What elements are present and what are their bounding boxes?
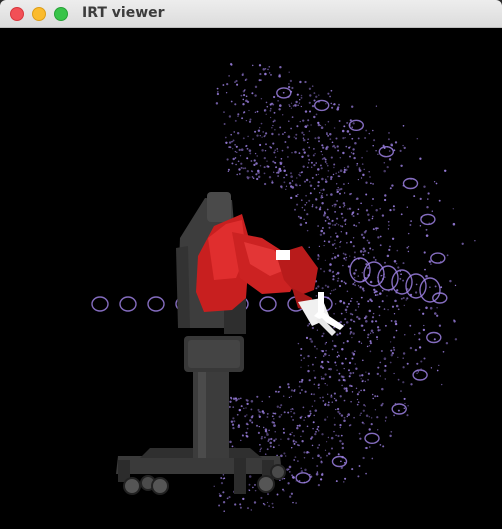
close-window-button[interactable] — [10, 7, 24, 21]
3d-viewport[interactable] — [0, 28, 502, 529]
title-bar[interactable]: IRT viewer — [0, 0, 502, 28]
robot-base — [116, 192, 286, 495]
window-title: IRT viewer — [82, 5, 165, 21]
scene-canvas[interactable] — [0, 28, 502, 529]
minimize-window-button[interactable] — [32, 7, 46, 21]
app-window: IRT viewer — [0, 0, 502, 529]
maximize-window-button[interactable] — [54, 7, 68, 21]
